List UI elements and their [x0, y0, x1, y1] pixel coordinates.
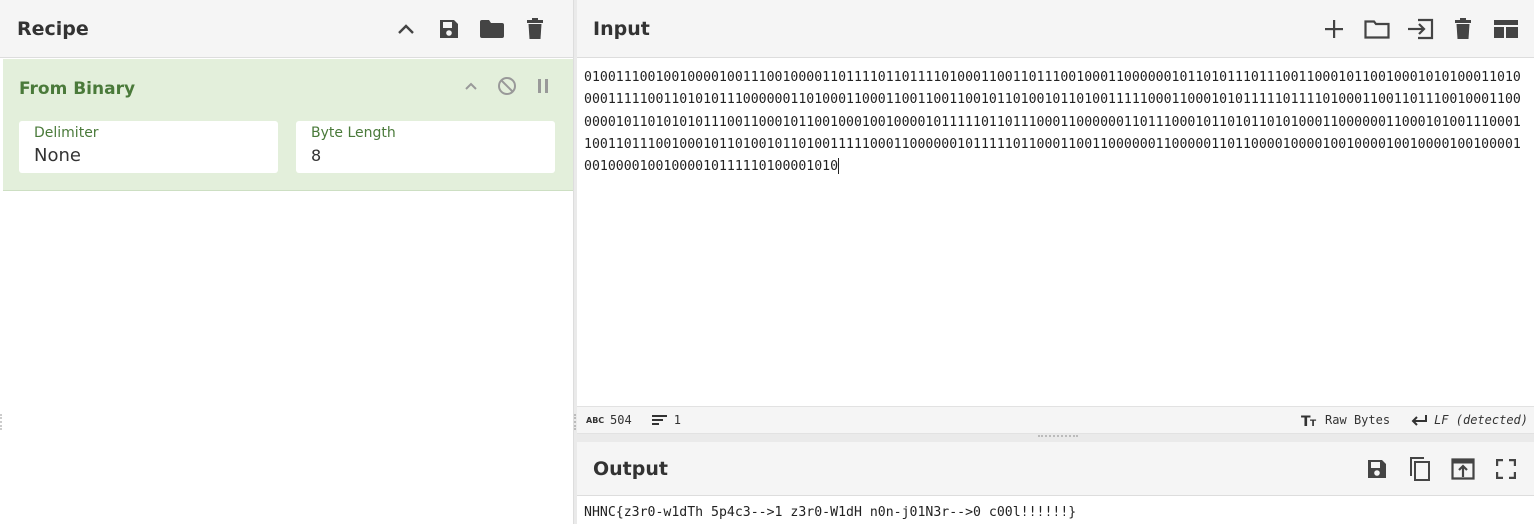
output-header: Output	[577, 442, 1534, 496]
char-count-value: 504	[610, 413, 632, 427]
load-recipe-button[interactable]	[470, 9, 513, 49]
input-textarea[interactable]: 0100111001001000010011100100001101111011…	[577, 59, 1534, 406]
open-file-button[interactable]	[1355, 9, 1398, 49]
save-icon	[439, 19, 458, 38]
operation-from-binary[interactable]: From Binary Delimiter None Byte Length 8	[3, 59, 573, 191]
breakpoint-button[interactable]	[525, 75, 561, 97]
input-arrow-icon	[1407, 18, 1433, 39]
byte-length-value[interactable]: 8	[311, 146, 540, 165]
left-resize-handle[interactable]	[0, 414, 2, 430]
save-recipe-button[interactable]	[427, 9, 470, 49]
byte-length-label: Byte Length	[311, 125, 396, 141]
input-header: Input	[577, 0, 1534, 58]
folder-icon	[479, 19, 504, 38]
line-count-value: 1	[673, 413, 681, 427]
fullscreen-icon	[1495, 458, 1516, 479]
lines-icon	[651, 415, 667, 425]
disable-icon	[498, 77, 516, 95]
collapse-recipe-button[interactable]	[384, 9, 427, 49]
delimiter-label: Delimiter	[34, 125, 99, 141]
eol-label: LF (detected)	[1434, 413, 1528, 427]
abc-icon: ABC	[586, 416, 604, 425]
output-pane: Output NHNC{z3r0-w1dTh 5p4c3-->1 z3r0-W1…	[577, 442, 1534, 524]
open-in-new-icon	[1450, 457, 1475, 480]
input-text: 0100111001001000010011100100001101111011…	[584, 70, 1521, 175]
output-title: Output	[593, 457, 668, 480]
eol-selector[interactable]: LF (detected)	[1410, 413, 1528, 427]
plus-icon	[1324, 19, 1343, 38]
return-arrow-icon	[1411, 415, 1428, 426]
pause-icon	[538, 79, 548, 93]
copy-output-button[interactable]	[1398, 449, 1441, 489]
trash-icon	[1454, 17, 1471, 39]
replace-input-button[interactable]	[1441, 449, 1484, 489]
line-count: 1	[651, 413, 681, 427]
save-output-button[interactable]	[1355, 449, 1398, 489]
svg-text:ABC: ABC	[586, 416, 604, 425]
encoding-selector[interactable]: TT Raw Bytes	[1301, 413, 1390, 427]
svg-text:T: T	[1310, 419, 1317, 427]
disable-operation-button[interactable]	[489, 75, 525, 97]
trash-icon	[526, 17, 543, 39]
recipe-header: Recipe	[0, 0, 573, 58]
text-caret	[838, 158, 840, 175]
maximise-output-button[interactable]	[1484, 449, 1527, 489]
reset-layout-button[interactable]	[1484, 9, 1527, 49]
encoding-label: Raw Bytes	[1325, 413, 1391, 427]
save-icon	[1367, 459, 1386, 478]
chevron-up-icon	[397, 23, 414, 34]
add-input-tab-button[interactable]	[1312, 9, 1355, 49]
recipe-title: Recipe	[17, 17, 89, 40]
copy-icon	[1409, 456, 1430, 481]
input-status-bar: ABC 504 1 TT Raw Bytes LF (detected)	[577, 406, 1534, 434]
output-textarea[interactable]: NHNC{z3r0-w1dTh 5p4c3-->1 z3r0-W1dH n0n-…	[577, 497, 1534, 524]
horizontal-splitter-grip[interactable]	[1038, 435, 1078, 438]
clear-input-button[interactable]	[1441, 9, 1484, 49]
collapse-operation-button[interactable]	[453, 75, 489, 97]
chevron-up-icon	[465, 82, 477, 90]
char-count: ABC 504	[586, 413, 632, 427]
delimiter-value[interactable]: None	[34, 145, 263, 166]
layout-icon	[1493, 19, 1518, 38]
open-folder-button[interactable]	[1398, 9, 1441, 49]
input-title: Input	[593, 17, 650, 40]
clear-recipe-button[interactable]	[513, 9, 556, 49]
folder-open-icon	[1363, 19, 1390, 39]
cyberchef-app: Recipe From Binary Delimiter None Byte L…	[0, 0, 1534, 524]
input-pane: Input 0100111001001000010011100100001101…	[577, 0, 1534, 434]
operation-title: From Binary	[19, 79, 136, 99]
delimiter-field[interactable]: Delimiter None	[19, 121, 278, 173]
text-size-icon: TT	[1301, 414, 1317, 427]
byte-length-field[interactable]: Byte Length 8	[296, 121, 555, 173]
recipe-pane: Recipe From Binary Delimiter None Byte L…	[0, 0, 573, 524]
